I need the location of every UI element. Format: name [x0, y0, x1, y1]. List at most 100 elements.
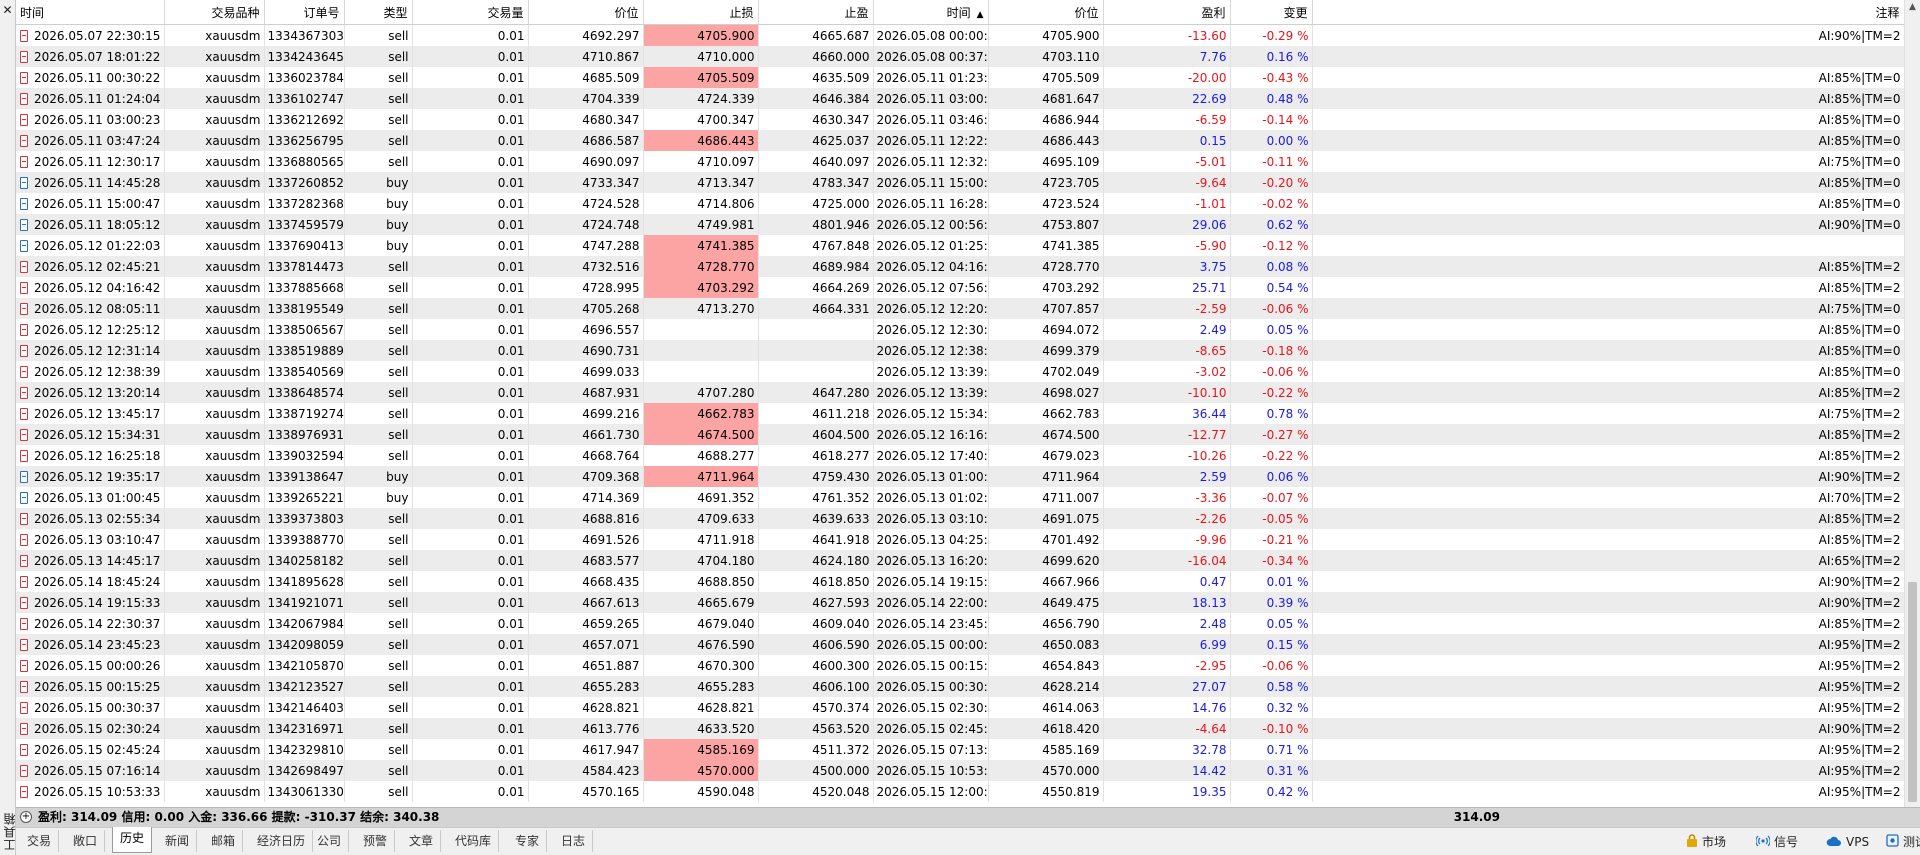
tab-alerts[interactable]: 预警 [356, 830, 396, 852]
column-header-close-price[interactable]: 价位 [988, 0, 1104, 25]
table-row[interactable]: 2026.05.15 02:45:24 xauusdm 1342329810 sell… [16, 739, 1904, 760]
tab-news[interactable]: 新闻 [158, 830, 198, 852]
table-row[interactable]: 2026.05.11 00:30:22 xauusdm 1336023784 sell… [16, 67, 1904, 88]
sell-deal-icon [20, 743, 28, 756]
cell-tp: 4618.850 [758, 571, 874, 592]
table-row[interactable]: 2026.05.14 19:15:33 xauusdm 1341921071 sell… [16, 592, 1904, 613]
tab-mailbox[interactable]: 邮箱 [204, 830, 244, 852]
tab-history[interactable]: 历史 [112, 827, 153, 853]
column-header-tp[interactable]: 止盈 [758, 0, 874, 25]
table-row[interactable]: 2026.05.14 22:30:37 xauusdm 1342067984 sell… [16, 613, 1904, 634]
tab-exposure[interactable]: 敞口 [66, 830, 106, 852]
table-row[interactable]: 2026.05.11 12:30:17 xauusdm 1336880565 sell… [16, 151, 1904, 172]
scrollbar-thumb[interactable] [1908, 582, 1917, 802]
column-header-type[interactable]: 类型 [344, 0, 413, 25]
cell-price: 4724.528 [528, 193, 644, 214]
column-header-volume[interactable]: 交易量 [412, 0, 529, 25]
summary-text: 盈利: 314.09 信用: 0.00 入金: 336.66 提款: -310.… [38, 810, 440, 824]
table-row[interactable]: 2026.05.13 01:00:45 xauusdm 1339265221 buy 0… [16, 487, 1904, 508]
tab-articles[interactable]: 文章 [402, 830, 442, 852]
cell-change: 0.78 % [1230, 403, 1313, 424]
cell-sl: 4704.180 [643, 550, 759, 571]
table-row[interactable]: 2026.05.07 22:30:15 xauusdm 1334367303 sell… [16, 24, 1904, 46]
table-row[interactable]: 2026.05.12 16:25:18 xauusdm 1339032594 sell… [16, 445, 1904, 466]
table-row[interactable]: 2026.05.12 08:05:11 xauusdm 1338195549 sell… [16, 298, 1904, 319]
status-market[interactable]: 市场 [1686, 832, 1726, 852]
status-vps[interactable]: VPS [1826, 832, 1869, 852]
column-header-ticket[interactable]: 订单号 [264, 0, 345, 25]
cell-price: 4683.577 [528, 550, 644, 571]
cell-change: 0.48 % [1230, 88, 1313, 109]
cell-symbol: xauusdm [164, 214, 265, 235]
table-row[interactable]: 2026.05.15 00:30:37 xauusdm 1342146403 sell… [16, 697, 1904, 718]
table-row[interactable]: 2026.05.13 02:55:34 xauusdm 1339373803 sell… [16, 508, 1904, 529]
table-row[interactable]: 2026.05.11 18:05:12 xauusdm 1337459579 buy 0… [16, 214, 1904, 235]
cell-type: sell [344, 109, 413, 130]
cell-tp: 4641.918 [758, 529, 874, 550]
table-row[interactable]: 2026.05.15 10:53:33 xauusdm 1343061330 sell… [16, 781, 1904, 802]
cell-time: 2026.05.11 01:24:04 [16, 88, 165, 109]
vertical-scrollbar[interactable]: ▲ [1904, 0, 1920, 807]
table-row[interactable]: 2026.05.07 18:01:22 xauusdm 1334243645 sell… [16, 46, 1904, 67]
cell-price: 4668.764 [528, 445, 644, 466]
cell-close-price: 4703.292 [988, 277, 1104, 298]
table-row[interactable]: 2026.05.12 15:34:31 xauusdm 1338976931 sell… [16, 424, 1904, 445]
table-row[interactable]: 2026.05.12 02:45:21 xauusdm 1337814473 sell… [16, 256, 1904, 277]
cell-profit: -4.64 [1103, 718, 1231, 739]
tab-calendar[interactable]: 经济日历 [250, 830, 314, 852]
tab-experts[interactable]: 专家 [508, 830, 548, 852]
table-row[interactable]: 2026.05.12 04:16:42 xauusdm 1337885668 sell… [16, 277, 1904, 298]
table-row[interactable]: 2026.05.12 12:25:12 xauusdm 1338506567 sell… [16, 319, 1904, 340]
status-signals[interactable]: 信号 [1755, 832, 1798, 852]
column-header-close-time[interactable]: 时间 ▲ [873, 0, 989, 25]
cell-close-price: 4723.524 [988, 193, 1104, 214]
cell-change: 0.06 % [1230, 466, 1313, 487]
table-row[interactable]: 2026.05.15 00:15:25 xauusdm 1342123527 sell… [16, 676, 1904, 697]
table-row[interactable]: 2026.05.15 02:30:24 xauusdm 1342316971 sell… [16, 718, 1904, 739]
cell-symbol: xauusdm [164, 298, 265, 319]
table-row[interactable]: 2026.05.11 01:24:04 xauusdm 1336102747 sell… [16, 88, 1904, 109]
cell-close-time: 2026.05.12 17:40:17 [873, 445, 989, 466]
column-header-sl[interactable]: 止损 [643, 0, 759, 25]
expand-icon[interactable]: + [20, 811, 32, 823]
table-row[interactable]: 2026.05.13 14:45:17 xauusdm 1340258182 sell… [16, 550, 1904, 571]
close-icon[interactable]: ✕ [0, 0, 15, 20]
table-row[interactable]: 2026.05.15 00:00:26 xauusdm 1342105870 sell… [16, 655, 1904, 676]
tab-codebase[interactable]: 代码库 [448, 830, 500, 852]
table-row[interactable]: 2026.05.11 15:00:47 xauusdm 1337282368 buy 0… [16, 193, 1904, 214]
table-row[interactable]: 2026.05.14 23:45:23 xauusdm 1342098059 sell… [16, 634, 1904, 655]
cell-close-price: 4662.783 [988, 403, 1104, 424]
cell-time: 2026.05.11 15:00:47 [16, 193, 165, 214]
table-row[interactable]: 2026.05.11 03:47:24 xauusdm 1336256795 sell… [16, 130, 1904, 151]
column-header-time[interactable]: 时间 [16, 0, 165, 25]
cell-symbol: xauusdm [164, 487, 265, 508]
column-header-profit[interactable]: 盈利 [1103, 0, 1231, 25]
cell-symbol: xauusdm [164, 382, 265, 403]
cell-type: sell [344, 46, 413, 67]
table-row[interactable]: 2026.05.12 19:35:17 xauusdm 1339138647 buy 0… [16, 466, 1904, 487]
column-header-price[interactable]: 价位 [528, 0, 644, 25]
column-header-change[interactable]: 变更 [1230, 0, 1313, 25]
table-row[interactable]: 2026.05.11 03:00:23 xauusdm 1336212692 sell… [16, 109, 1904, 130]
column-header-comment[interactable]: 注释 [1312, 0, 1904, 25]
cell-time-text: 2026.05.12 19:35:17 [34, 469, 161, 484]
tab-company[interactable]: 公司 [310, 830, 350, 852]
table-row[interactable]: 2026.05.14 18:45:24 xauusdm 1341895628 sell… [16, 571, 1904, 592]
table-row[interactable]: 2026.05.12 12:38:39 xauusdm 1338540569 sell… [16, 361, 1904, 382]
tab-journal[interactable]: 日志 [554, 830, 594, 852]
table-row[interactable]: 2026.05.12 13:45:17 xauusdm 1338719274 sell… [16, 403, 1904, 424]
table-row[interactable]: 2026.05.13 03:10:47 xauusdm 1339388770 sell… [16, 529, 1904, 550]
cell-change: -0.11 % [1230, 151, 1313, 172]
scroll-up-icon[interactable]: ▲ [1905, 2, 1920, 12]
column-header-symbol[interactable]: 交易品种 [164, 0, 265, 25]
table-row[interactable]: 2026.05.12 01:22:03 xauusdm 1337690413 buy 0… [16, 235, 1904, 256]
table-row[interactable]: 2026.05.12 12:31:14 xauusdm 1338519889 sell… [16, 340, 1904, 361]
cell-time-text: 2026.05.15 00:00:26 [34, 658, 161, 673]
status-tester[interactable]: 测试 [1886, 832, 1920, 852]
cell-change: 0.42 % [1230, 781, 1313, 802]
table-row[interactable]: 2026.05.15 07:16:14 xauusdm 1342698497 sell… [16, 760, 1904, 781]
table-row[interactable]: 2026.05.12 13:20:14 xauusdm 1338648574 sell… [16, 382, 1904, 403]
table-row[interactable]: 2026.05.11 14:45:28 xauusdm 1337260852 buy 0… [16, 172, 1904, 193]
cell-time-text: 2026.05.15 00:15:25 [34, 679, 161, 694]
tab-trade[interactable]: 交易 [20, 830, 60, 852]
